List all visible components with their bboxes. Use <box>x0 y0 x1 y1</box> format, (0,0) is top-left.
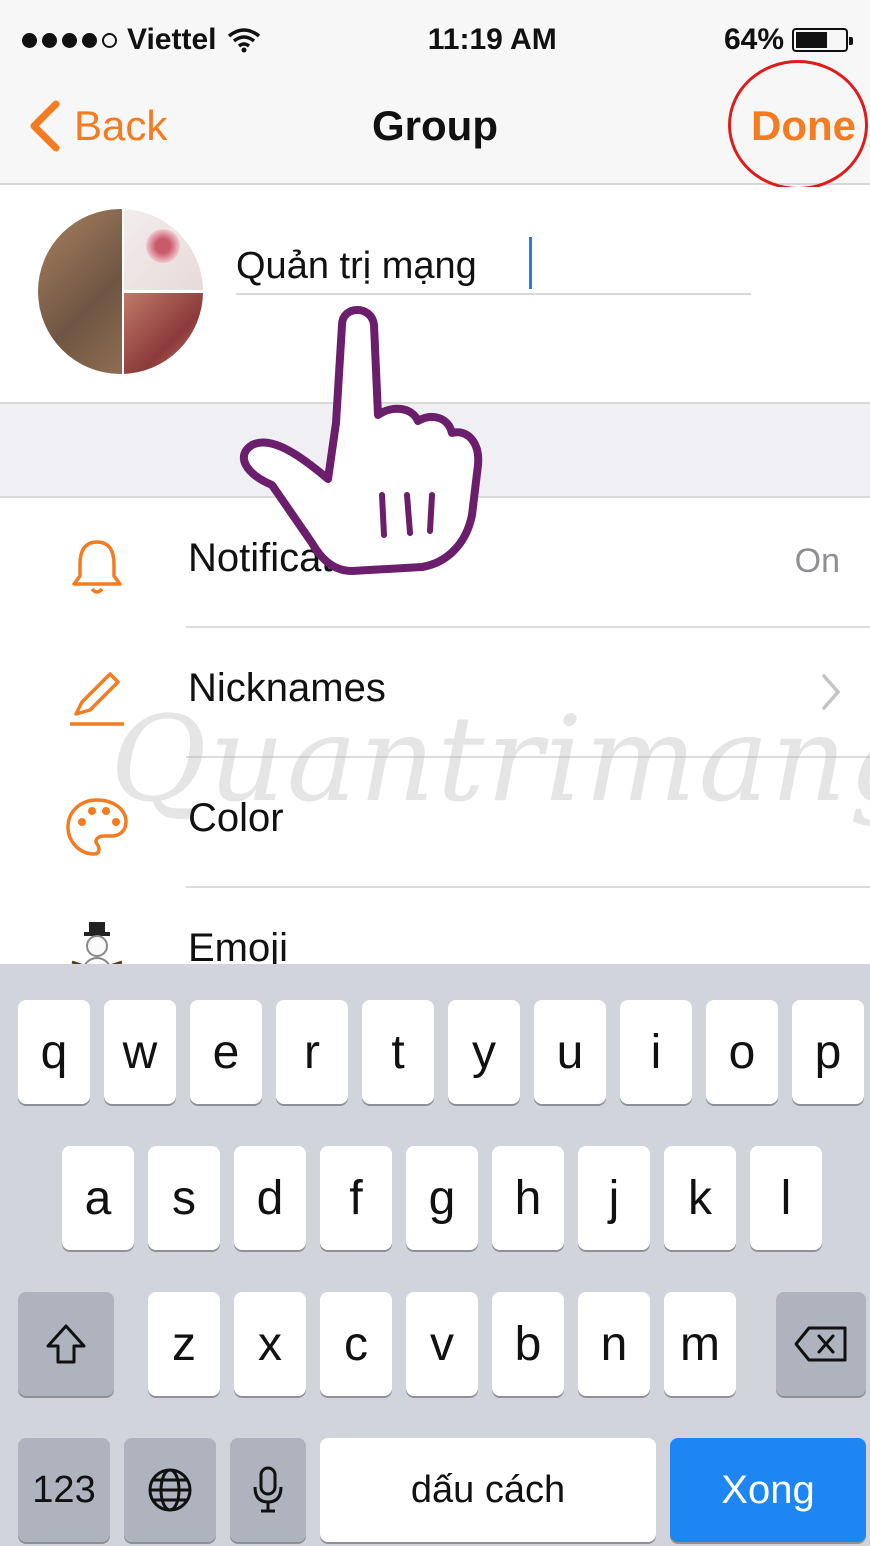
key-e[interactable]: e <box>190 1000 262 1104</box>
key-o[interactable]: o <box>706 1000 778 1104</box>
key-z[interactable]: z <box>148 1292 220 1396</box>
battery-icon <box>792 28 853 52</box>
battery-percent: 64% <box>723 23 784 56</box>
backspace-icon <box>794 1326 847 1362</box>
key-v[interactable]: v <box>406 1292 478 1396</box>
key-i[interactable]: i <box>620 1000 692 1104</box>
key-u[interactable]: u <box>534 1000 606 1104</box>
key-r[interactable]: r <box>276 1000 348 1104</box>
key-c[interactable]: c <box>320 1292 392 1396</box>
settings-label: Notifications <box>188 536 406 580</box>
settings-label: Nicknames <box>188 666 386 710</box>
avatar-photo-1 <box>38 209 122 374</box>
key-s[interactable]: s <box>148 1146 220 1250</box>
status-right: 64% <box>723 23 853 57</box>
return-key[interactable]: Xong <box>670 1438 866 1542</box>
status-bar: Viettel 11:19 AM 64% <box>0 0 870 80</box>
numbers-key[interactable]: 123 <box>18 1438 110 1542</box>
status-left: Viettel <box>22 23 261 57</box>
group-name-input[interactable] <box>236 239 751 295</box>
keyboard: q w e r t y u i o p a s d f g h j k l z … <box>0 964 870 1546</box>
key-h[interactable]: h <box>492 1146 564 1250</box>
section-separator <box>0 402 870 498</box>
carrier-name: Viettel <box>127 23 217 56</box>
key-m[interactable]: m <box>664 1292 736 1396</box>
key-b[interactable]: b <box>492 1292 564 1396</box>
key-q[interactable]: q <box>18 1000 90 1104</box>
chevron-right-icon <box>822 674 841 710</box>
shift-key[interactable] <box>18 1292 114 1396</box>
key-k[interactable]: k <box>664 1146 736 1250</box>
key-f[interactable]: f <box>320 1146 392 1250</box>
highlight-circle <box>728 60 868 190</box>
settings-label: Color <box>188 796 284 840</box>
key-x[interactable]: x <box>234 1292 306 1396</box>
key-y[interactable]: y <box>448 1000 520 1104</box>
signal-strength-icon <box>22 32 117 48</box>
group-avatar[interactable] <box>38 209 203 374</box>
microphone-icon <box>253 1466 283 1513</box>
space-key[interactable]: dấu cách <box>320 1438 656 1542</box>
key-n[interactable]: n <box>578 1292 650 1396</box>
globe-key[interactable] <box>124 1438 216 1542</box>
status-time: 11:19 AM <box>427 23 557 56</box>
key-p[interactable]: p <box>792 1000 864 1104</box>
group-header <box>0 187 870 402</box>
settings-row-nicknames[interactable]: Nicknames <box>0 628 870 758</box>
key-g[interactable]: g <box>406 1146 478 1250</box>
text-caret <box>529 237 532 289</box>
wifi-icon <box>227 28 260 53</box>
settings-row-notifications[interactable]: Notifications On <box>0 498 870 628</box>
dictation-key[interactable] <box>230 1438 306 1542</box>
palette-icon <box>66 798 128 856</box>
settings-value: On <box>794 542 840 580</box>
key-w[interactable]: w <box>104 1000 176 1104</box>
navigation-bar: Back Group Done <box>0 60 870 190</box>
avatar-photo-3 <box>124 293 203 374</box>
key-l[interactable]: l <box>750 1146 822 1250</box>
key-j[interactable]: j <box>578 1146 650 1250</box>
pencil-icon <box>70 672 124 726</box>
bell-icon <box>72 540 122 594</box>
key-a[interactable]: a <box>62 1146 134 1250</box>
delete-key[interactable] <box>776 1292 866 1396</box>
globe-icon <box>148 1468 192 1512</box>
avatar-photo-2 <box>124 209 203 290</box>
key-d[interactable]: d <box>234 1146 306 1250</box>
settings-row-color[interactable]: Color <box>0 758 870 888</box>
key-t[interactable]: t <box>362 1000 434 1104</box>
shift-arrow-icon <box>46 1324 86 1364</box>
